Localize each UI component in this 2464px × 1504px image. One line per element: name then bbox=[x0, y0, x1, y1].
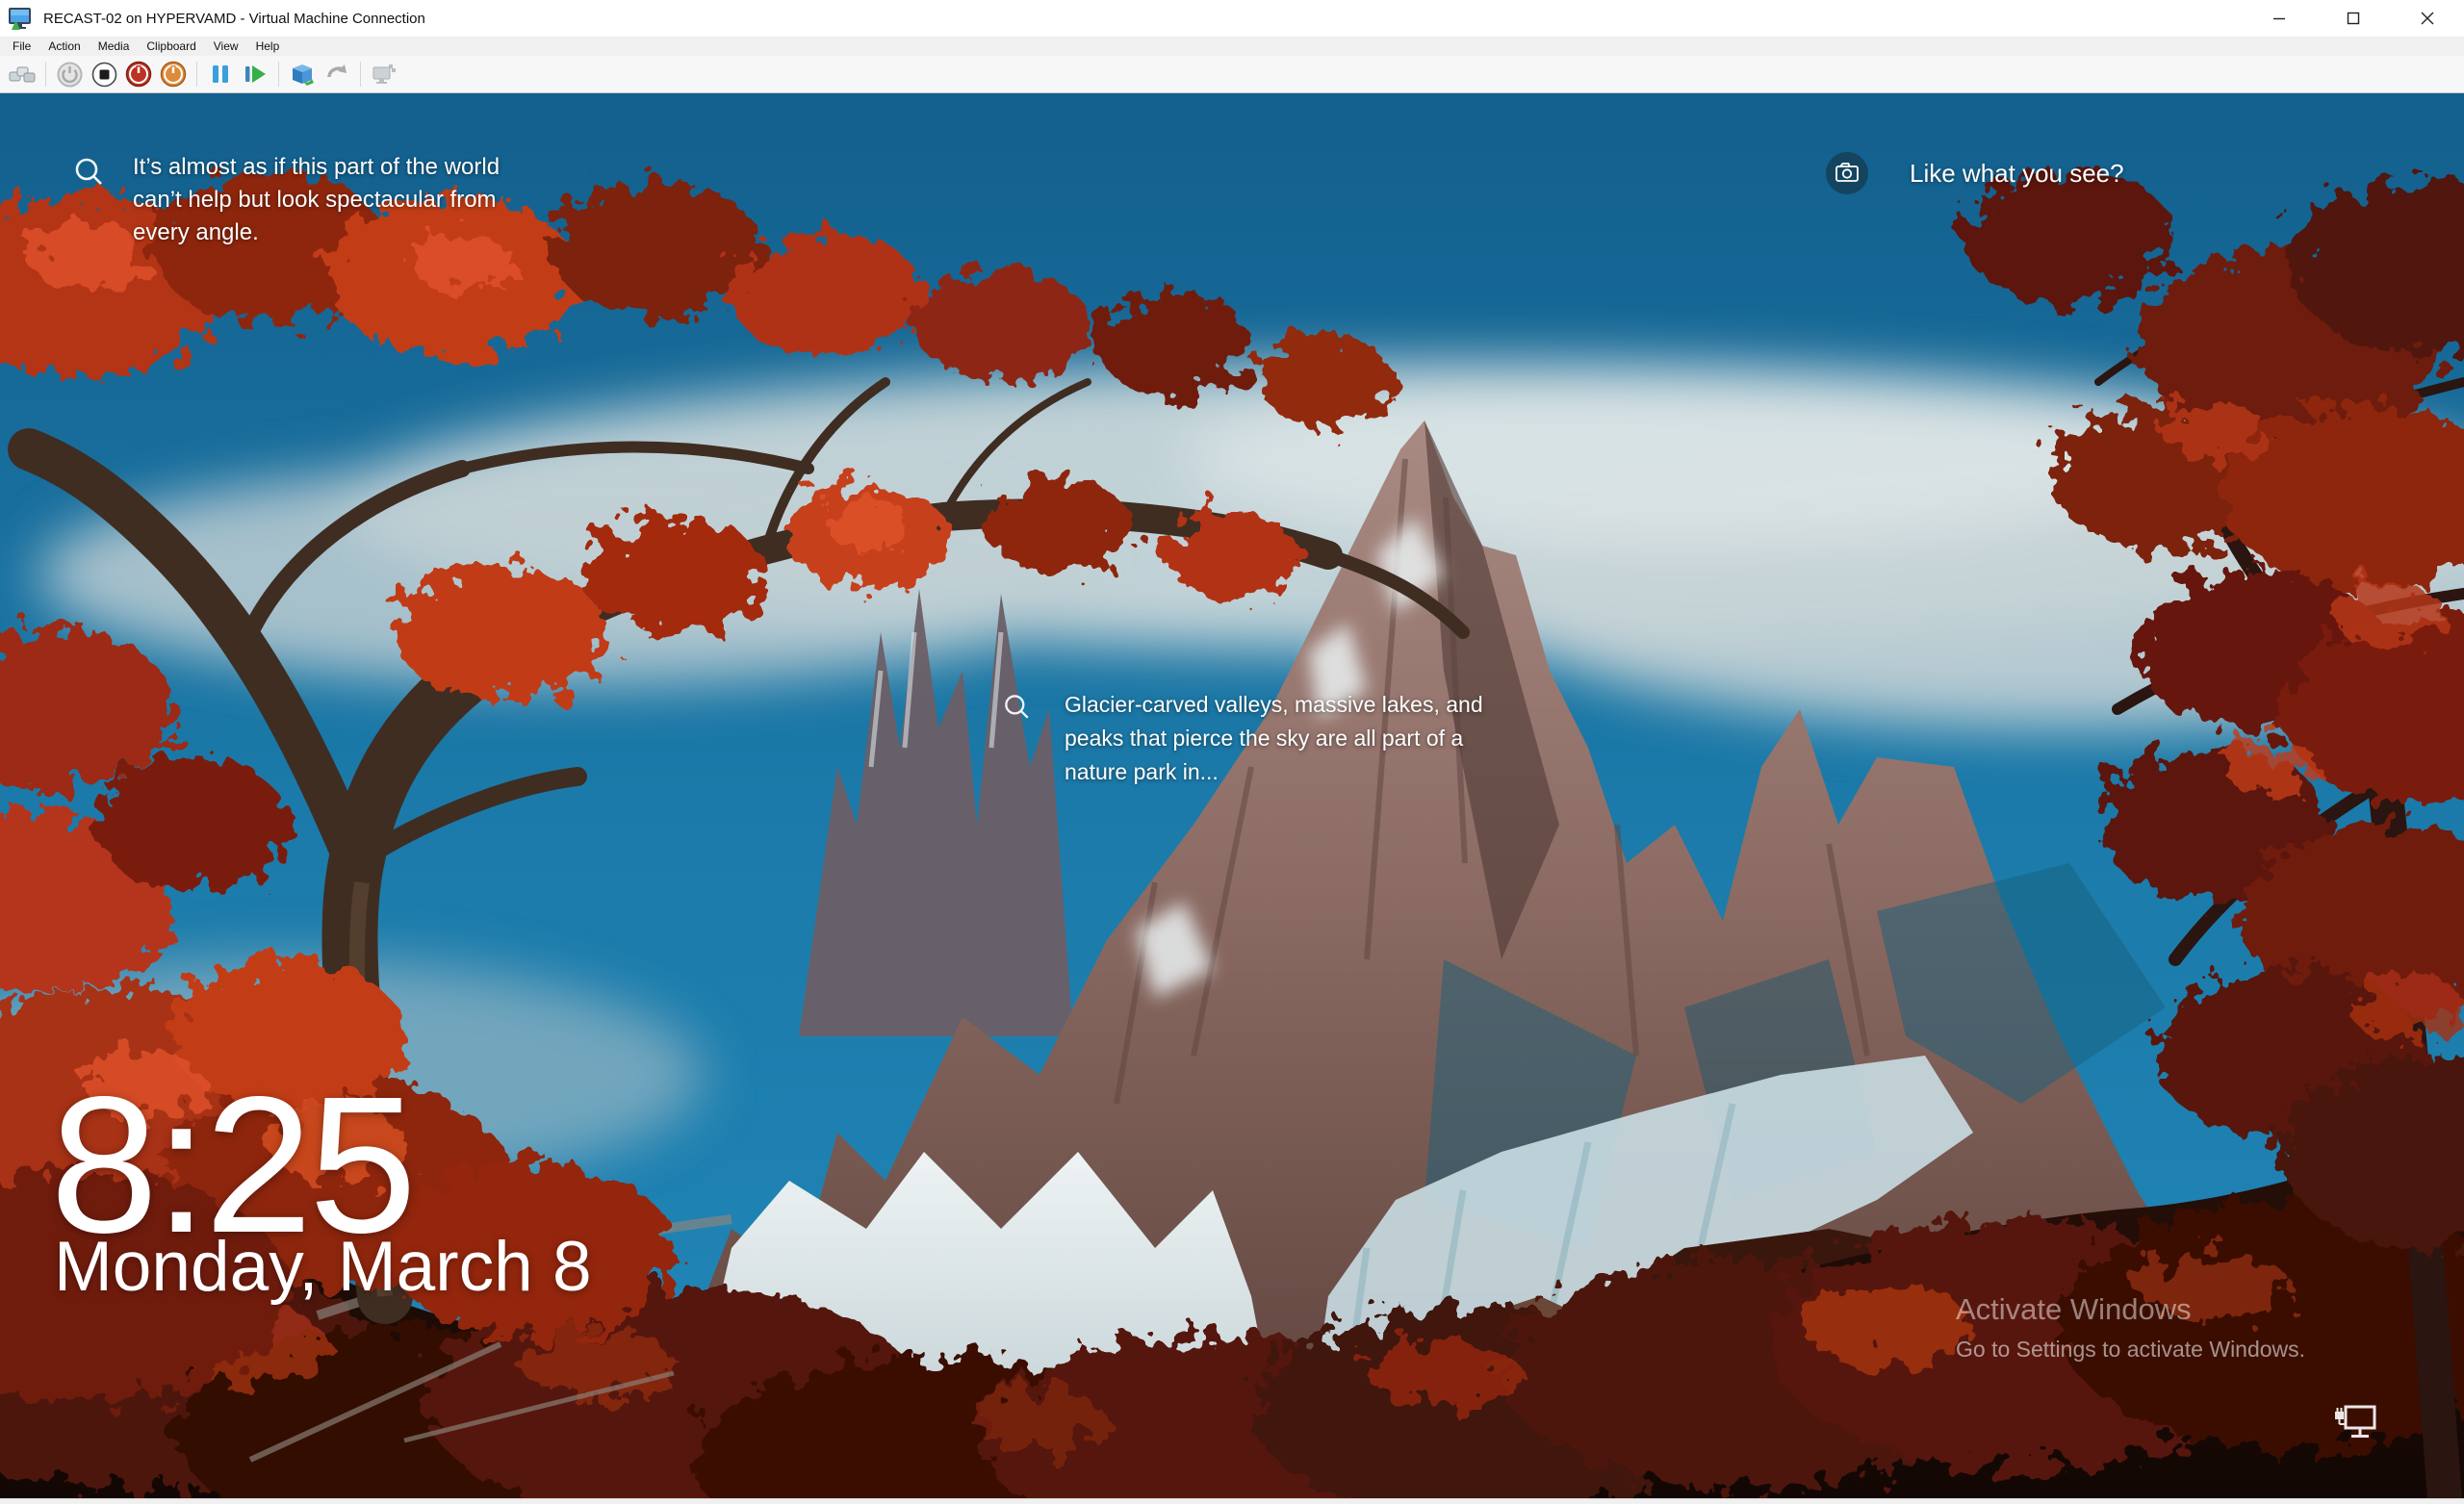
menu-file[interactable]: File bbox=[4, 37, 39, 56]
start-icon bbox=[57, 62, 83, 88]
close-icon bbox=[2421, 12, 2434, 25]
toolbar-separator bbox=[360, 62, 361, 87]
maximize-icon bbox=[2347, 12, 2360, 25]
enhanced-session-icon bbox=[371, 62, 398, 87]
start-button bbox=[53, 59, 86, 89]
checkpoint-button[interactable] bbox=[286, 59, 319, 89]
shut-down-button[interactable] bbox=[122, 59, 155, 89]
menu-bar: File Action Media Clipboard View Help bbox=[0, 37, 2464, 56]
search-icon bbox=[1001, 692, 1034, 725]
turn-off-icon bbox=[91, 62, 117, 88]
vm-toolbar bbox=[0, 56, 2464, 93]
revert-icon bbox=[323, 62, 350, 87]
turn-off-button[interactable] bbox=[88, 59, 120, 89]
lock-screen-hint-top[interactable]: It’s almost as if this part of the world… bbox=[133, 151, 595, 249]
hint-top-line1: It’s almost as if this part of the world bbox=[133, 151, 595, 184]
hint-middle-line1: Glacier-carved valleys, massive lakes, a… bbox=[1065, 688, 1604, 722]
resume-button[interactable] bbox=[239, 59, 271, 89]
window-controls bbox=[2242, 0, 2464, 37]
hint-middle-line2: peaks that pierce the sky are all part o… bbox=[1065, 722, 1604, 755]
activate-windows-watermark: Activate Windows bbox=[1956, 1292, 2192, 1327]
like-what-you-see-label[interactable]: Like what you see? bbox=[1910, 159, 2124, 189]
toolbar-separator bbox=[196, 62, 197, 87]
pause-button[interactable] bbox=[204, 59, 237, 89]
window-bottom-border bbox=[0, 1498, 2464, 1504]
save-icon bbox=[160, 61, 187, 88]
ctrl-alt-del-button[interactable] bbox=[6, 59, 38, 89]
search-icon bbox=[71, 155, 108, 191]
enhanced-session-button bbox=[368, 59, 400, 89]
menu-media[interactable]: Media bbox=[90, 37, 139, 56]
toolbar-separator bbox=[45, 62, 46, 87]
close-button[interactable] bbox=[2390, 0, 2464, 37]
toolbar-separator bbox=[278, 62, 279, 87]
hyperv-vm-icon[interactable] bbox=[8, 6, 34, 32]
vm-display-lock-screen[interactable]: It’s almost as if this part of the world… bbox=[0, 93, 2464, 1498]
menu-clipboard[interactable]: Clipboard bbox=[138, 37, 204, 56]
resume-icon bbox=[243, 63, 268, 86]
hint-top-line2: can’t help but look spectacular from bbox=[133, 184, 595, 217]
window-title: RECAST-02 on HYPERVAMD - Virtual Machine… bbox=[43, 11, 425, 27]
shut-down-icon bbox=[125, 61, 152, 88]
menu-action[interactable]: Action bbox=[39, 37, 89, 56]
menu-view[interactable]: View bbox=[205, 37, 247, 56]
checkpoint-icon bbox=[289, 61, 316, 88]
ctrl-alt-del-icon bbox=[9, 63, 36, 86]
title-bar: RECAST-02 on HYPERVAMD - Virtual Machine… bbox=[0, 0, 2464, 37]
lock-screen-date: Monday, March 8 bbox=[54, 1227, 592, 1307]
menu-help[interactable]: Help bbox=[247, 37, 289, 56]
minimize-icon bbox=[2272, 12, 2286, 25]
network-icon[interactable] bbox=[2333, 1404, 2377, 1446]
camera-icon[interactable] bbox=[1826, 152, 1868, 194]
maximize-button[interactable] bbox=[2316, 0, 2390, 37]
revert-button[interactable] bbox=[321, 59, 353, 89]
activate-windows-watermark-subtitle: Go to Settings to activate Windows. bbox=[1956, 1337, 2305, 1363]
save-state-button[interactable] bbox=[157, 59, 190, 89]
pause-icon bbox=[209, 63, 232, 86]
lock-screen-hint-middle[interactable]: Glacier-carved valleys, massive lakes, a… bbox=[1065, 688, 1604, 789]
hint-middle-line3: nature park in... bbox=[1065, 755, 1604, 789]
minimize-button[interactable] bbox=[2242, 0, 2316, 37]
hint-top-line3: every angle. bbox=[133, 217, 595, 249]
